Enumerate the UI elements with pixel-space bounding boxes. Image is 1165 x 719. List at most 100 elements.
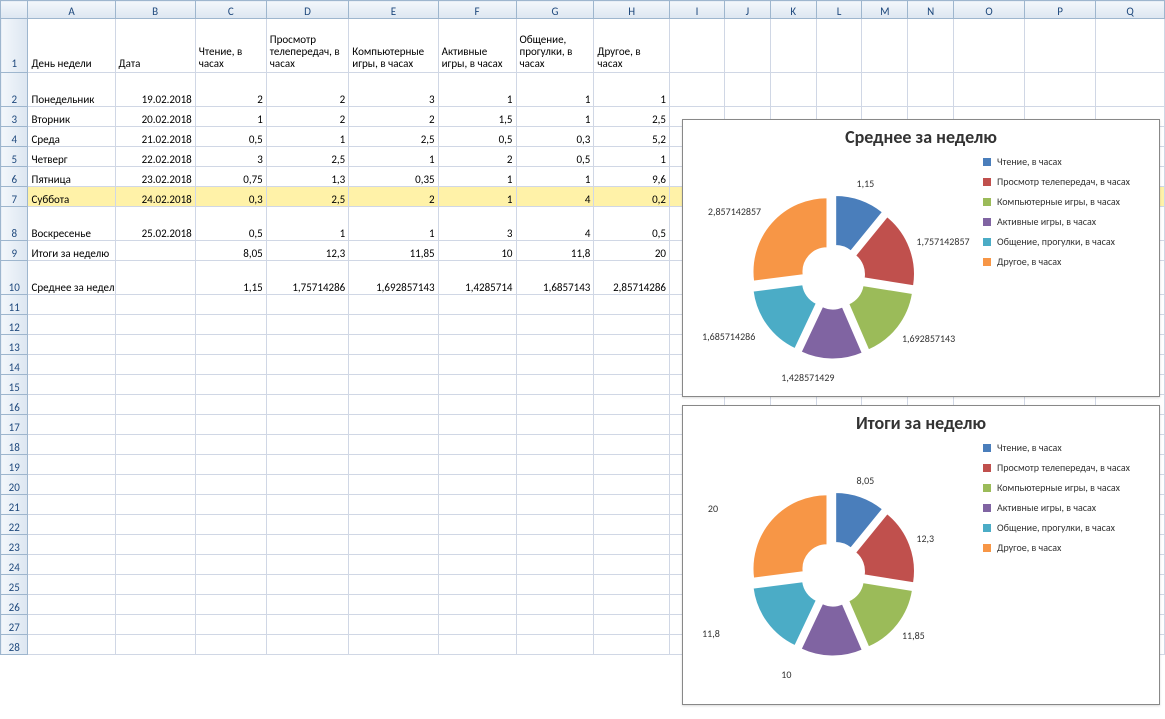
cell[interactable]: 2: [349, 107, 438, 127]
cell[interactable]: [438, 295, 516, 315]
cell[interactable]: Компьютерные игры, в часах: [349, 19, 438, 73]
cell[interactable]: [862, 19, 908, 73]
row-header[interactable]: 10: [1, 261, 28, 295]
cell[interactable]: 2,5: [266, 147, 348, 167]
cell[interactable]: [115, 475, 195, 495]
cell[interactable]: 0,75: [195, 167, 266, 187]
cell[interactable]: [195, 295, 266, 315]
cell[interactable]: [266, 555, 348, 575]
cell[interactable]: [349, 415, 438, 435]
cell[interactable]: [908, 73, 954, 107]
cell[interactable]: [516, 555, 594, 575]
cell[interactable]: [266, 315, 348, 335]
cell[interactable]: 2,5: [349, 127, 438, 147]
cell[interactable]: [28, 575, 115, 595]
cell[interactable]: 2: [195, 73, 266, 107]
cell[interactable]: [195, 615, 266, 635]
cell[interactable]: 0,2: [594, 187, 670, 207]
column-header[interactable]: D: [266, 1, 348, 19]
cell[interactable]: [28, 615, 115, 635]
row-header[interactable]: 22: [1, 515, 28, 535]
cell[interactable]: [770, 19, 816, 73]
cell[interactable]: Пятница: [28, 167, 115, 187]
cell[interactable]: [349, 635, 438, 655]
cell[interactable]: [28, 355, 115, 375]
cell[interactable]: 0,5: [195, 127, 266, 147]
select-all-corner[interactable]: [1, 1, 28, 19]
cell[interactable]: Дата: [115, 19, 195, 73]
column-header[interactable]: Q: [1096, 1, 1165, 19]
row-header[interactable]: 8: [1, 207, 28, 241]
cell[interactable]: [516, 635, 594, 655]
cell[interactable]: [266, 515, 348, 535]
cell[interactable]: [195, 535, 266, 555]
cell[interactable]: [594, 555, 670, 575]
cell[interactable]: [862, 73, 908, 107]
cell[interactable]: [438, 415, 516, 435]
cell[interactable]: [115, 315, 195, 335]
cell[interactable]: [115, 495, 195, 515]
cell[interactable]: [349, 375, 438, 395]
row-header[interactable]: 14: [1, 355, 28, 375]
cell[interactable]: [594, 315, 670, 335]
cell[interactable]: [349, 515, 438, 535]
cell[interactable]: [438, 355, 516, 375]
cell[interactable]: 2: [438, 147, 516, 167]
cell[interactable]: 0,5: [594, 207, 670, 241]
cell[interactable]: 0,35: [349, 167, 438, 187]
cell[interactable]: [195, 415, 266, 435]
cell[interactable]: 3: [349, 73, 438, 107]
cell[interactable]: [908, 19, 954, 73]
cell[interactable]: [1096, 19, 1165, 73]
cell[interactable]: [115, 375, 195, 395]
cell[interactable]: [438, 575, 516, 595]
cell[interactable]: [195, 375, 266, 395]
cell[interactable]: 1: [516, 107, 594, 127]
cell[interactable]: [516, 295, 594, 315]
cell[interactable]: 1: [349, 147, 438, 167]
row-header[interactable]: 17: [1, 415, 28, 435]
cell[interactable]: 1: [516, 73, 594, 107]
cell[interactable]: [438, 555, 516, 575]
cell[interactable]: 1: [266, 127, 348, 147]
row-header[interactable]: 12: [1, 315, 28, 335]
cell[interactable]: 0,3: [195, 187, 266, 207]
cell[interactable]: 2: [349, 187, 438, 207]
row-header[interactable]: 24: [1, 555, 28, 575]
cell[interactable]: [516, 475, 594, 495]
cell[interactable]: [954, 73, 1025, 107]
cell[interactable]: [438, 615, 516, 635]
row-header[interactable]: 7: [1, 187, 28, 207]
cell[interactable]: 1: [438, 187, 516, 207]
cell[interactable]: [115, 295, 195, 315]
cell[interactable]: [115, 635, 195, 655]
cell[interactable]: [438, 375, 516, 395]
cell[interactable]: Воскресенье: [28, 207, 115, 241]
column-header[interactable]: K: [770, 1, 816, 19]
cell[interactable]: Среднее за неделю: [28, 261, 115, 295]
cell[interactable]: [28, 335, 115, 355]
cell[interactable]: [516, 495, 594, 515]
cell[interactable]: Вторник: [28, 107, 115, 127]
cell[interactable]: [724, 73, 770, 107]
cell[interactable]: 0,5: [438, 127, 516, 147]
cell[interactable]: [266, 475, 348, 495]
cell[interactable]: [266, 335, 348, 355]
row-header[interactable]: 4: [1, 127, 28, 147]
cell[interactable]: [266, 615, 348, 635]
cell[interactable]: 5,2: [594, 127, 670, 147]
cell[interactable]: [349, 555, 438, 575]
cell[interactable]: [266, 495, 348, 515]
cell[interactable]: [195, 435, 266, 455]
cell[interactable]: 1,3: [266, 167, 348, 187]
column-header[interactable]: J: [724, 1, 770, 19]
cell[interactable]: [594, 475, 670, 495]
cell[interactable]: [816, 73, 862, 107]
cell[interactable]: Чтение, в часах: [195, 19, 266, 73]
cell[interactable]: [516, 395, 594, 415]
cell[interactable]: [115, 535, 195, 555]
cell[interactable]: [115, 575, 195, 595]
cell[interactable]: [594, 295, 670, 315]
cell[interactable]: 1,4285714: [438, 261, 516, 295]
row-header[interactable]: 26: [1, 595, 28, 615]
